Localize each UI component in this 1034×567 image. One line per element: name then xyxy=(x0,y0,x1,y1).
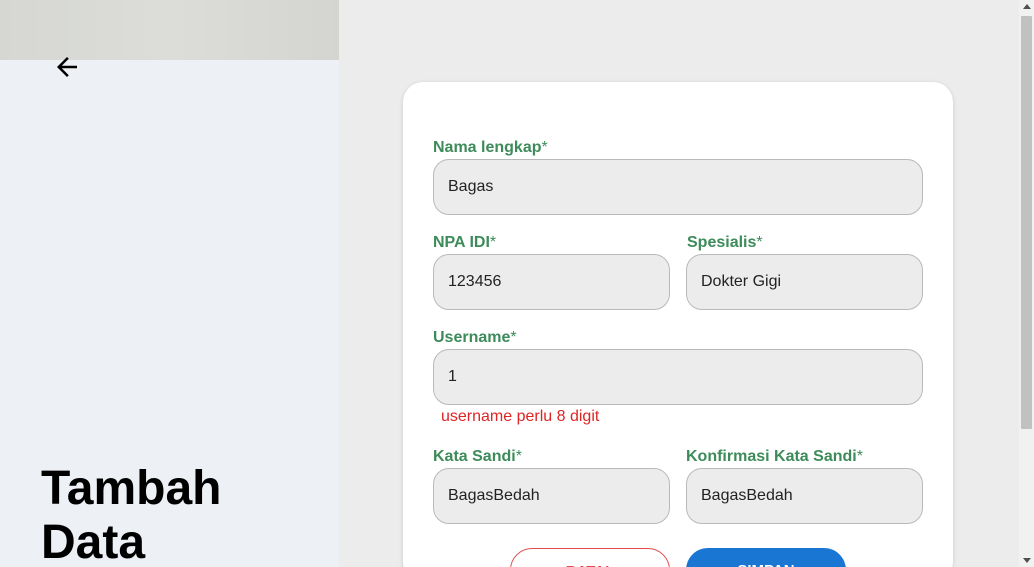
page-title-line1: Tambah xyxy=(41,462,222,515)
page-title-line2: Data xyxy=(41,516,146,567)
vertical-scrollbar[interactable] xyxy=(1019,0,1034,567)
username-error-message: username perlu 8 digit xyxy=(441,408,600,425)
npa-label: NPA IDI* xyxy=(433,234,497,251)
username-label: Username* xyxy=(433,329,517,346)
password-input[interactable]: BagasBedah xyxy=(433,468,670,524)
spesialis-input[interactable]: Dokter Gigi xyxy=(686,254,923,310)
scroll-down-arrow-icon[interactable] xyxy=(1023,558,1031,563)
scroll-up-arrow-icon[interactable] xyxy=(1023,4,1031,9)
cancel-button[interactable]: BATAL xyxy=(510,548,670,567)
save-button[interactable]: SIMPAN xyxy=(686,548,846,567)
sandi-label: Kata Sandi* xyxy=(433,448,522,465)
nama-input[interactable]: Bagas xyxy=(433,159,923,215)
nama-label: Nama lengkap* xyxy=(433,139,548,156)
spesialis-label: Spesialis* xyxy=(687,234,763,251)
scroll-thumb[interactable] xyxy=(1021,16,1032,429)
back-button[interactable] xyxy=(52,52,84,84)
arrow-left-icon xyxy=(57,57,77,77)
page-title: Tambah Data xyxy=(41,462,221,567)
confirm-password-input[interactable]: BagasBedah xyxy=(686,468,923,524)
npa-input[interactable]: 123456 xyxy=(433,254,670,310)
username-input[interactable]: 1 xyxy=(433,349,923,405)
left-panel: Tambah Data xyxy=(0,0,339,567)
header-image-strip xyxy=(0,0,339,60)
konfirmasi-label: Konfirmasi Kata Sandi* xyxy=(686,448,863,465)
